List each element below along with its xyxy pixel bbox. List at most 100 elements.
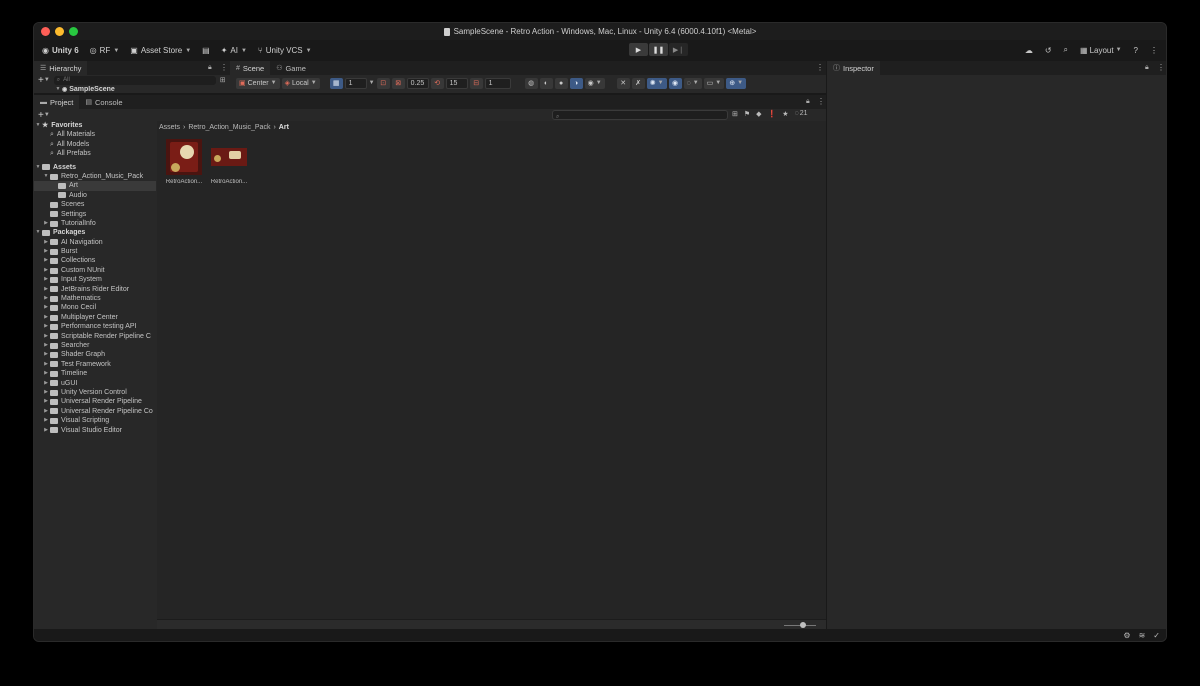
grid-size-field[interactable]: 1 (344, 77, 367, 89)
tree-package-item[interactable]: ▶ Performance testing API (34, 322, 156, 331)
play-button[interactable]: ▶ (629, 43, 648, 56)
pivot-dropdown[interactable]: ▣ Center ▼ (236, 77, 280, 89)
more-vertical-icon[interactable]: ⋮ (816, 63, 824, 72)
breadcrumb-item[interactable]: Assets (159, 124, 180, 131)
pause-button[interactable]: ❚❚ (649, 43, 668, 56)
shaded-mode-button[interactable]: ◐ (539, 77, 553, 89)
tree-folder-audio[interactable]: Audio (34, 191, 156, 200)
tree-packages[interactable]: ▼ Packages (34, 228, 156, 237)
grid-toggle[interactable]: ▦ (329, 77, 343, 89)
tree-package-item[interactable]: ▶ Timeline (34, 369, 156, 378)
tab-scene[interactable]: # Scene (230, 61, 271, 75)
more-vertical-icon[interactable]: ⋮ (817, 97, 825, 106)
tab-hierarchy[interactable]: ☰ Hierarchy (34, 61, 88, 75)
user-dropdown[interactable]: ◎ RF ▼ (87, 44, 123, 58)
chevron-down-icon[interactable]: ▼ (44, 77, 50, 83)
toolbar-more-button[interactable]: ⋮ (1146, 43, 1162, 57)
tree-folder-art[interactable]: Art (34, 181, 156, 191)
hierarchy-search-input[interactable]: ⌕ All (53, 75, 216, 85)
close-window-button[interactable] (41, 27, 50, 36)
asset-item[interactable]: RetroAction... (208, 139, 250, 185)
space-dropdown[interactable]: ◈ Local ▼ (281, 77, 320, 89)
hierarchy-scene-row[interactable]: ▼ ◉ SampleScene (54, 86, 115, 93)
tree-package-item[interactable]: ▶ Scriptable Render Pipeline C (34, 332, 156, 341)
move-snap-toggle[interactable]: ⊠ (391, 77, 405, 89)
tree-package-item[interactable]: ▶ Mathematics (34, 294, 156, 303)
tab-console[interactable]: ▤ Console (79, 95, 128, 109)
lit-mode-button[interactable]: ◑ (569, 77, 583, 89)
rotate-snap-field[interactable]: 15 (445, 77, 468, 89)
tree-folder-scenes[interactable]: Scenes (34, 200, 156, 209)
history-button[interactable]: ↺ (1041, 43, 1056, 57)
zoom-window-button[interactable] (69, 27, 78, 36)
rotate-snap-toggle[interactable]: ⟲ (430, 77, 444, 89)
tab-inspector[interactable]: ⓘ Inspector (827, 61, 880, 75)
tree-package-item[interactable]: ▶ Searcher (34, 341, 156, 350)
tree-package-item[interactable]: ▶ Unity Version Control (34, 388, 156, 397)
more-vertical-icon[interactable]: ⋮ (1157, 63, 1165, 72)
search-by-label-icon[interactable]: ⚑ (744, 110, 750, 118)
unlit-mode-button[interactable]: ● (554, 77, 568, 89)
minimize-window-button[interactable] (55, 27, 64, 36)
tree-folder-pack[interactable]: ▼ Retro_Action_Music_Pack (34, 172, 156, 181)
account-button[interactable]: ◉ Unity 6 (39, 44, 82, 58)
lock-icon[interactable]: 🔒︎ (806, 98, 810, 106)
lighting-toggle[interactable]: ✕ (616, 77, 630, 89)
help-button[interactable]: ? (1130, 43, 1142, 57)
favorite-star-icon[interactable]: ★ (782, 110, 788, 118)
chevron-down-icon[interactable]: ▼ (369, 80, 375, 86)
chevron-down-icon[interactable]: ▼ (44, 112, 50, 118)
tree-favorite-item[interactable]: ⌕ All Prefabs (34, 149, 156, 158)
check-circle-icon[interactable]: ✓ (1153, 631, 1160, 640)
tree-assets[interactable]: ▼ Assets (34, 163, 156, 172)
asset-store-dropdown[interactable]: ▣ Asset Store ▼ (127, 44, 194, 58)
search-button[interactable]: ⌕ (1060, 43, 1072, 57)
ai-dropdown[interactable]: ✦ AI ▼ (218, 44, 250, 58)
tree-package-item[interactable]: ▶ Shader Graph (34, 350, 156, 359)
tree-favorites[interactable]: ▼ ★ Favorites (34, 121, 156, 130)
tree-favorite-item[interactable]: ⌕ All Materials (34, 130, 156, 139)
cache-server-icon[interactable]: ≋ (1139, 631, 1146, 640)
asset-item[interactable]: RetroAction... (163, 139, 205, 185)
tree-package-item[interactable]: ▶ uGUI (34, 379, 156, 388)
lock-icon[interactable]: 🔒︎ (1145, 64, 1149, 72)
warning-filter-icon[interactable]: ❗ (768, 110, 777, 118)
cloud-button[interactable]: ☁ (1021, 43, 1037, 57)
tree-package-item[interactable]: ▶ Input System (34, 275, 156, 284)
tree-package-item[interactable]: ▶ Multiplayer Center (34, 313, 156, 322)
filter-icon[interactable]: ⊞ (220, 76, 226, 84)
lock-icon[interactable]: 🔒︎ (208, 64, 212, 72)
visibility-toggle[interactable]: ◉ (668, 77, 682, 89)
tree-favorite-item[interactable]: ⌕ All Models (34, 140, 156, 149)
hidden-packages-toggle[interactable]: ◌ 21 (795, 110, 808, 118)
tree-folder-settings[interactable]: Settings (34, 210, 156, 219)
tab-project[interactable]: ▬ Project (34, 95, 80, 109)
search-by-type-icon[interactable]: ⊞ (732, 110, 738, 118)
tag-icon[interactable]: ◆ (756, 110, 761, 118)
camera-dropdown[interactable]: ▭ ▼ (703, 77, 725, 89)
project-search-input[interactable]: ⌕ (552, 110, 728, 120)
scale-snap-field[interactable]: 1 (484, 77, 511, 89)
tree-folder-tutorialinfo[interactable]: ▶ TutorialInfo (34, 219, 156, 228)
tree-package-item[interactable]: ▶ Visual Scripting (34, 416, 156, 425)
tree-package-item[interactable]: ▶ Custom NUnit (34, 266, 156, 275)
tree-package-item[interactable]: ▶ Visual Studio Editor (34, 426, 156, 435)
tree-package-item[interactable]: ▶ Universal Render Pipeline Co (34, 407, 156, 416)
scale-snap-toggle[interactable]: ⊟ (469, 77, 483, 89)
tab-game[interactable]: ⚇ Game (270, 61, 312, 75)
render-mode-dropdown[interactable]: ◉ ▼ (584, 77, 605, 89)
snap-toggle[interactable]: ⊡ (376, 77, 390, 89)
hidden-objects-dropdown[interactable]: ◌ ▼ (683, 77, 702, 89)
debug-mode-icon[interactable]: ⚙ (1123, 631, 1130, 640)
vcs-dropdown[interactable]: ⑂ Unity VCS ▼ (255, 44, 315, 58)
breadcrumb-item-current[interactable]: Art (279, 124, 289, 131)
tree-package-item[interactable]: ▶ Test Framework (34, 360, 156, 369)
tree-package-item[interactable]: ▶ Collections (34, 256, 156, 265)
tree-package-item[interactable]: ▶ JetBrains Rider Editor (34, 285, 156, 294)
layout-dropdown[interactable]: ▦ Layout ▼ (1076, 43, 1126, 57)
icon-size-slider-thumb[interactable] (800, 622, 806, 628)
step-button[interactable]: ▶❘ (669, 43, 688, 56)
draw-mode-button[interactable]: ◍ (524, 77, 538, 89)
package-manager-button[interactable]: ▤ (199, 44, 213, 58)
effects-dropdown[interactable]: ✺ ▼ (646, 77, 667, 89)
